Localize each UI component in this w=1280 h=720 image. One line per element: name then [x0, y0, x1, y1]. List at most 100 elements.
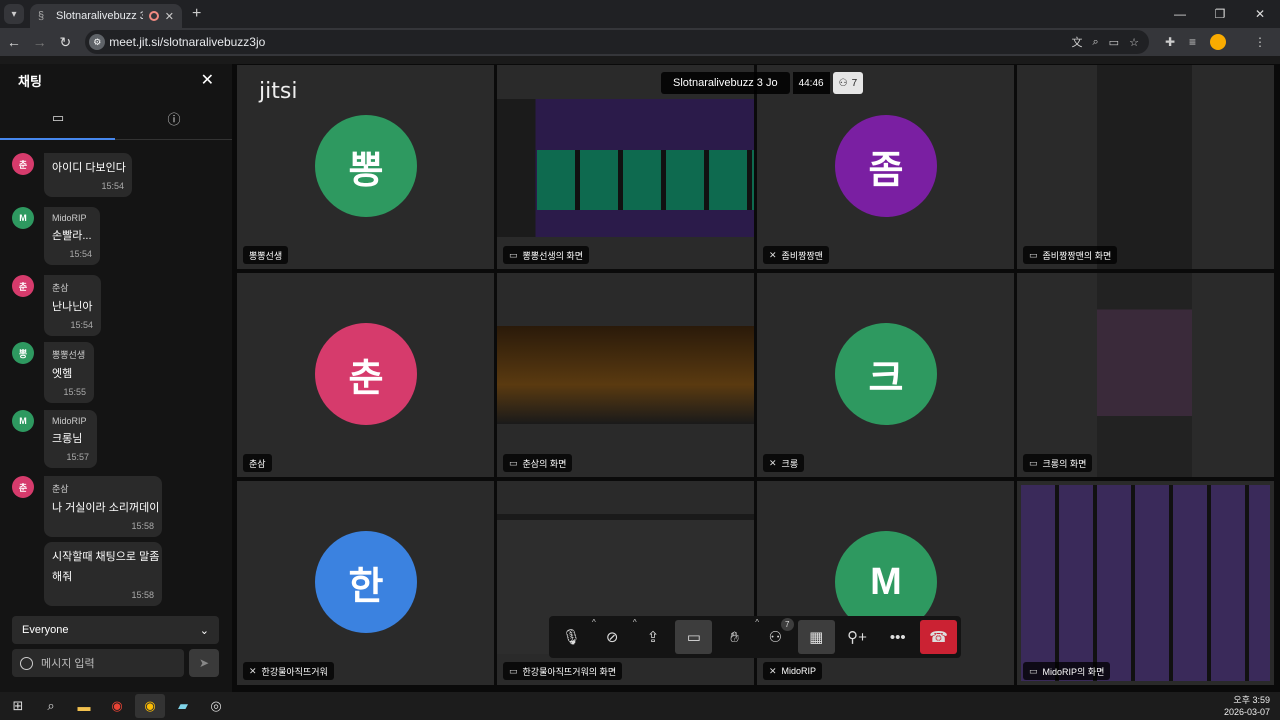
name-label: 한강물아직뜨거워의 화면 [522, 666, 617, 677]
participant-tile[interactable]: 춘 춘삼 [237, 273, 494, 477]
extensions-icon[interactable]: ✚ [1165, 35, 1175, 49]
participants-button[interactable]: ⚇ 7 [757, 618, 794, 654]
tab-close-icon[interactable]: ✕ [165, 10, 174, 23]
close-window-button[interactable]: ✕ [1240, 0, 1280, 28]
top-separator [0, 56, 1280, 64]
camera-button[interactable]: ⊘ ^ [594, 618, 637, 654]
browser-tab[interactable]: § Slotnaralivebuzz 3 Jo | Jitsi ✕ [30, 4, 182, 28]
jitsi-favicon-icon: § [38, 10, 45, 22]
leave-button[interactable]: ☎︎ [920, 620, 957, 654]
participant-tile[interactable]: 크 ✕ 크롱 [757, 273, 1014, 477]
chrome-button[interactable]: ◉ [102, 694, 132, 718]
message-text: 아이디 다보인다 [52, 162, 126, 174]
screenshare-tile[interactable]: ▭ 좀비짱짱맨의 화면 [1017, 65, 1274, 269]
screenshare-tile[interactable]: ▭ 춘삼의 화면 [497, 273, 754, 477]
message-list[interactable]: 춘 아이디 다보인다 15:54 M MidoRIP 손빨라... 15:54 … [0, 142, 232, 612]
tab-title: Slotnaralivebuzz 3 Jo | Jitsi [56, 10, 143, 22]
message-time: 15:58 [131, 590, 154, 600]
message-bubble: 아이디 다보인다 15:54 [44, 153, 132, 197]
screenshare-tile[interactable]: ▭ MidoRIP의 화면 [1017, 481, 1274, 685]
back-button[interactable]: ← [2, 34, 26, 50]
more-button[interactable]: ••• [879, 620, 916, 654]
jitsi-logo[interactable]: jitsi [259, 79, 297, 104]
site-info-icon[interactable]: ⚙ [89, 34, 106, 50]
browser-actions: ✚ ≡ ⋮ [1165, 34, 1280, 50]
new-tab-button[interactable]: + [192, 5, 201, 23]
avatar: 뽕 [12, 342, 34, 364]
screenshare-tile[interactable]: ▭ 크롱의 화면 [1017, 273, 1274, 477]
grid-icon: ▦ [809, 629, 824, 646]
file-explorer-button[interactable]: ▬ [69, 694, 99, 718]
profile-avatar[interactable] [1210, 34, 1227, 50]
tab-messages-icon[interactable]: ▭ [0, 96, 116, 140]
forward-button[interactable]: → [28, 34, 52, 50]
mic-muted-icon: ✕ [769, 249, 777, 260]
sender-name: 춘삼 [52, 283, 69, 293]
cast-icon[interactable]: ▭ [1109, 36, 1119, 49]
reload-button[interactable]: ↻ [54, 34, 78, 51]
avatar: M [12, 410, 34, 432]
os-taskbar: ⊞ ⌕ ▬ ◉ ◉ ▰ ◎ 오후 3:59 2026-03-07 [0, 692, 1280, 720]
chrome-active-button[interactable]: ◉ [135, 694, 165, 718]
start-button[interactable]: ⊞ [3, 694, 33, 718]
name-label: 크롱 [781, 458, 799, 469]
participant-tile[interactable]: jitsi 뽕 뽕뽕선생 [237, 65, 494, 269]
share-screen-button[interactable]: ⇪ [635, 620, 672, 654]
meeting-info: Slotnaralivebuzz 3 Jo 44:46 ⚇ 7 [661, 72, 864, 94]
invite-button[interactable]: ⚲+ [839, 620, 876, 654]
message-text: 난나닌아 [52, 301, 93, 313]
participant-name: ▭ 크롱의 화면 [1023, 454, 1093, 472]
message-bubble: MidoRIP 손빨라... 15:54 [44, 207, 100, 265]
search-button[interactable]: ⌕ [36, 694, 66, 718]
microphone-button[interactable]: 🎙︎ ^ [553, 618, 596, 654]
sender-name: MidoRIP [52, 213, 87, 223]
name-label: 한강물아직뜨거워 [261, 666, 328, 677]
message-input[interactable]: 메시지 입력 [12, 649, 184, 677]
emoji-icon[interactable] [20, 656, 33, 670]
participant-count[interactable]: ⚇ 7 [832, 72, 864, 94]
participant-tile[interactable]: 한 ✕ 한강물아직뜨거워 [237, 481, 494, 685]
close-chat-icon[interactable]: ✕ [201, 70, 214, 90]
participant-name: ✕ 좀비짱짱맨 [763, 246, 829, 264]
system-clock[interactable]: 오후 3:59 2026-03-07 [1224, 694, 1270, 718]
hangup-icon: ☎︎ [929, 629, 948, 646]
tab-search-button[interactable]: ▾ [4, 4, 24, 24]
message-bubble: MidoRIP 크롱님 15:57 [44, 410, 97, 468]
tile-view-button[interactable]: ▦ [797, 620, 835, 654]
reading-list-icon[interactable]: ≡ [1189, 35, 1196, 49]
windows-icon: ⊞ [12, 698, 24, 713]
video-grid: jitsi 뽕 뽕뽕선생 ▭ 뽕뽕선생의 화면 좀 ✕ 좀비짱짱맨 ▭ 좀비짱짱맨의 … [232, 64, 1280, 692]
menu-icon[interactable]: ⋮ [1254, 35, 1266, 49]
search-icon: ⌕ [47, 698, 55, 713]
address-bar: ← → ↻ ⚙ meet.jit.si/slotnaralivebuzz3jo … [0, 28, 1280, 56]
url-text[interactable]: meet.jit.si/slotnaralivebuzz3jo [109, 35, 1071, 49]
zoom-icon[interactable]: ⌕ [1092, 36, 1098, 49]
recording-indicator-icon [148, 11, 159, 21]
name-label: 춘삼 [249, 458, 266, 469]
bookmark-star-icon[interactable]: ☆ [1129, 36, 1139, 49]
recipient-select[interactable]: Everyone ⌄ [12, 616, 219, 644]
chat-button[interactable]: ▭ [675, 620, 713, 654]
meeting-timer: 44:46 [792, 72, 830, 94]
message-bubble: 뽕뽕선생 엣헴 15:55 [44, 342, 94, 403]
participant-tile[interactable]: 좀 ✕ 좀비짱짱맨 [757, 65, 1014, 269]
message-time: 15:55 [63, 387, 86, 397]
app-button-2[interactable]: ◎ [201, 694, 231, 718]
message-time: 15:58 [131, 521, 154, 531]
restore-button[interactable]: ❐ [1200, 0, 1240, 28]
folder-icon: ▬ [77, 698, 91, 714]
screenshare-tile[interactable]: ▭ 뽕뽕선생의 화면 [497, 65, 754, 269]
app-button[interactable]: ▰ [168, 694, 198, 718]
clock-time: 오후 3:59 [1233, 695, 1270, 705]
translate-icon[interactable]: 文 [1071, 34, 1082, 50]
avatar: 크 [835, 323, 937, 425]
shared-screen [497, 326, 754, 424]
minimize-button[interactable]: — [1160, 0, 1200, 28]
chat-panel: 채팅 ✕ ▭ ⓘ 춘 아이디 다보인다 15:54 M MidoRIP 손빨라.… [0, 64, 232, 692]
raise-hand-button[interactable]: ✋︎ ^ [716, 618, 759, 654]
send-button[interactable]: ➤ [189, 649, 219, 677]
tab-info-icon[interactable]: ⓘ [116, 96, 232, 140]
name-label: 크롱의 화면 [1042, 458, 1087, 469]
screenshare-icon: ▭ [509, 249, 518, 260]
omnibox[interactable]: ⚙ meet.jit.si/slotnaralivebuzz3jo 文 ⌕ ▭ … [85, 30, 1149, 54]
